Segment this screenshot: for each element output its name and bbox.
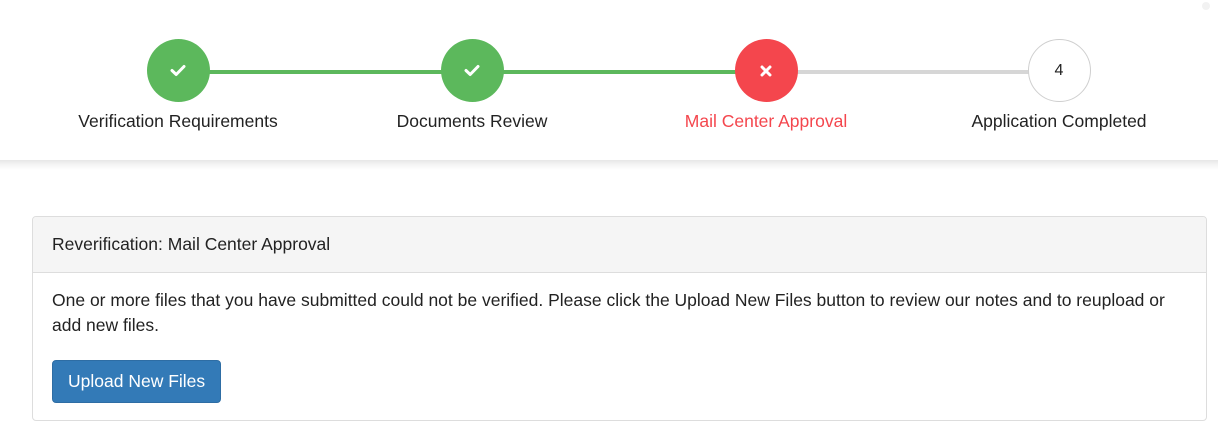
x-icon (760, 65, 772, 76)
verification-message: One or more files that you have submitte… (52, 290, 1165, 335)
progress-stepper: Verification Requirements Documents Revi… (0, 0, 1218, 163)
step-documents-review: Documents Review (342, 39, 602, 132)
step-1-label: Verification Requirements (78, 111, 278, 131)
corner-decoration (1202, 2, 1210, 10)
step-4-indicator: 4 (1027, 39, 1091, 102)
check-icon (170, 65, 186, 76)
step-4-number: 4 (1054, 61, 1064, 79)
stepper-divider-shadow (0, 160, 1218, 170)
panel-heading: Reverification: Mail Center Approval (33, 217, 1206, 273)
step-verification-requirements: Verification Requirements (48, 39, 308, 132)
step-2-indicator (440, 39, 504, 102)
step-mail-center-approval: Mail Center Approval (636, 39, 896, 132)
step-2-label: Documents Review (396, 111, 548, 131)
step-4-label: Application Completed (971, 111, 1147, 131)
panel-title: Reverification: Mail Center Approval (52, 234, 331, 254)
panel-body: One or more files that you have submitte… (33, 273, 1206, 418)
step-1-indicator (146, 39, 210, 102)
upload-new-files-button[interactable]: Upload New Files (52, 360, 222, 403)
step-3-label: Mail Center Approval (684, 111, 848, 131)
step-3-indicator (734, 39, 798, 102)
step-application-completed: 4 Application Completed (929, 39, 1189, 132)
check-icon (464, 65, 480, 76)
reverification-panel: Reverification: Mail Center Approval One… (32, 216, 1207, 421)
